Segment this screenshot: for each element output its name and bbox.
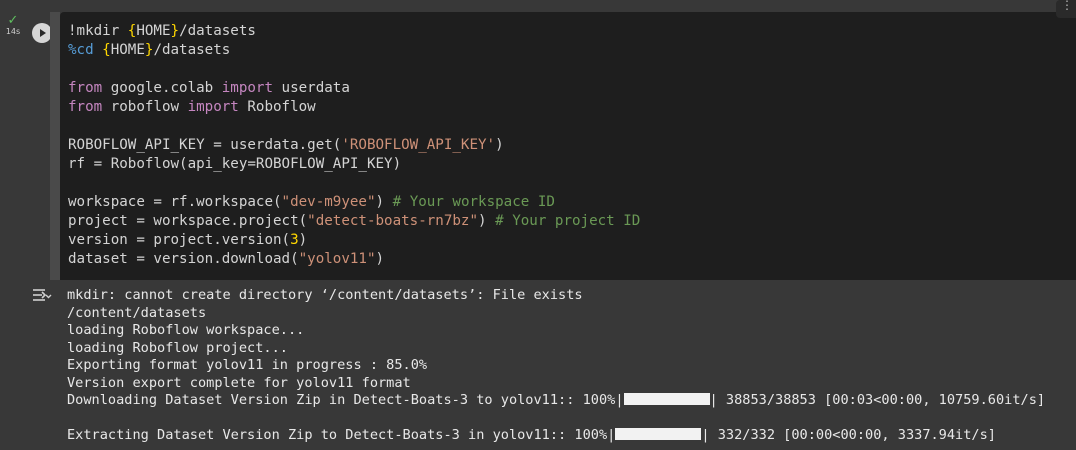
code-token: userdata <box>273 80 350 96</box>
code-editor[interactable]: !mkdir {HOME}/datasets %cd {HOME}/dataset… <box>60 12 1076 280</box>
download-progress-bar <box>623 393 710 405</box>
code-line: !mkdir {HOME}/datasets <box>68 22 640 41</box>
download-progress-prefix: Downloading Dataset Version Zip in Detec… <box>67 392 624 408</box>
code-token: "detect-boats-rn7bz" <box>307 213 479 229</box>
code-token: google.colab <box>102 80 222 96</box>
extract-progress-prefix: Extracting Dataset Version Zip to Detect… <box>67 427 616 443</box>
output-text: mkdir: cannot create directory ‘/content… <box>67 287 1045 445</box>
execution-time: 14s <box>5 27 21 36</box>
code-line: %cd {HOME}/datasets <box>68 41 640 60</box>
output-line: mkdir: cannot create directory ‘/content… <box>67 287 583 303</box>
code-token: { <box>102 42 111 58</box>
play-icon <box>40 29 46 37</box>
code-token: "dev-m9yee" <box>281 194 376 210</box>
code-token: # Your project ID <box>495 213 641 229</box>
code-token: 'ROBOFLOW_API_KEY' <box>341 137 496 153</box>
code-line: rf = Roboflow(api_key=ROBOFLOW_API_KEY) <box>68 155 640 174</box>
extract-progress-line: Extracting Dataset Version Zip to Detect… <box>67 427 1045 445</box>
code-token: HOME <box>110 42 145 58</box>
code-token: ) <box>478 213 496 229</box>
output-line: loading Roboflow project... <box>67 339 288 356</box>
code-line: ROBOFLOW_API_KEY = userdata.get('ROBOFLO… <box>68 136 640 155</box>
code-line: from roboflow import Roboflow <box>68 98 640 117</box>
output-line: Exporting format yolov11 in progress : 8… <box>67 357 428 373</box>
code-token: project = workspace.project( <box>68 213 308 229</box>
code-token: import <box>187 99 239 115</box>
code-token: Roboflow <box>238 99 316 115</box>
extract-progress-bar <box>615 428 702 440</box>
code-line: version = project.version(3) <box>68 231 640 250</box>
output-blank-line <box>67 410 1045 428</box>
output-toggle-icon[interactable] <box>32 288 52 304</box>
code-token: /datasets <box>179 23 256 39</box>
output-line: loading Roboflow workspace... <box>67 322 305 338</box>
more-icon: ⋮ <box>1061 0 1073 12</box>
code-token: roboflow <box>102 99 188 115</box>
code-line: dataset = version.download("yolov11") <box>68 250 640 269</box>
code-token: /datasets <box>153 42 231 58</box>
code-token: rf = Roboflow(api_key=ROBOFLOW_API_KEY) <box>68 156 402 172</box>
download-progress-suffix: | 38853/38853 [00:03<00:00, 10759.60it/s… <box>709 392 1046 408</box>
code-token: ) <box>495 137 504 153</box>
code-token: } <box>170 23 180 39</box>
code-token: # Your workspace ID <box>392 194 555 210</box>
code-token: version = project.version( <box>68 232 291 248</box>
code-token: import <box>221 80 274 96</box>
output-line: /content/datasets <box>67 304 207 321</box>
code-token: !mkdir <box>68 23 128 39</box>
code-token: ) <box>375 251 385 267</box>
cell-focus-bar <box>50 12 60 280</box>
code-token: from <box>68 99 103 115</box>
code-token: ) <box>298 232 308 248</box>
code-token: workspace = rf.workspace( <box>68 194 282 210</box>
check-icon: ✓ <box>7 13 19 28</box>
code-token: "yolov11" <box>298 251 376 267</box>
code-line: project = workspace.project("detect-boat… <box>68 212 640 231</box>
code-token: dataset = version.download( <box>68 251 299 267</box>
run-cell-button[interactable] <box>32 23 52 43</box>
code-token: ) <box>375 194 393 210</box>
code-line: workspace = rf.workspace("dev-m9yee") # … <box>68 193 640 212</box>
code-token: 3 <box>290 232 299 248</box>
code-token: HOME <box>136 23 171 39</box>
notebook-top-strip <box>0 0 1076 12</box>
cell-toolbar-menu[interactable]: ⋮ <box>1056 0 1076 18</box>
output-line: Version export complete for yolov11 form… <box>67 374 411 391</box>
code-token: %cd <box>68 42 103 58</box>
extract-progress-suffix: | 332/332 [00:00<00:00, 3337.94it/s] <box>701 427 996 443</box>
code-line: from google.colab import userdata <box>68 79 640 98</box>
code-content[interactable]: !mkdir {HOME}/datasets %cd {HOME}/dataset… <box>68 22 640 269</box>
execution-status: ✓ 14s <box>2 14 24 37</box>
code-token: ROBOFLOW_API_KEY = userdata.get( <box>68 137 342 153</box>
download-progress-line: Downloading Dataset Version Zip in Detec… <box>67 392 1045 410</box>
code-token: from <box>68 80 103 96</box>
